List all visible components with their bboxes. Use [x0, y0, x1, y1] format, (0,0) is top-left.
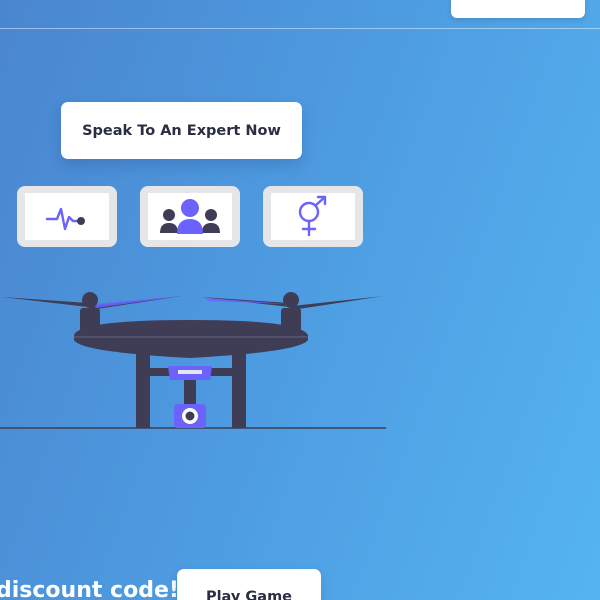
header-divider — [0, 28, 600, 29]
gender-symbol-icon — [298, 195, 327, 236]
group-users-card[interactable] — [140, 186, 240, 247]
play-game-button[interactable]: Play Game — [177, 569, 321, 600]
group-users-icon — [160, 198, 220, 234]
heartbeat-icon — [45, 207, 85, 230]
top-right-button[interactable] — [451, 0, 585, 18]
speak-to-expert-button[interactable]: Speak To An Expert Now — [61, 102, 302, 159]
drone-illustration — [0, 292, 386, 429]
heartbeat-card[interactable] — [17, 186, 117, 247]
gender-card[interactable] — [263, 186, 363, 247]
discount-code-text: discount code! — [0, 578, 179, 600]
